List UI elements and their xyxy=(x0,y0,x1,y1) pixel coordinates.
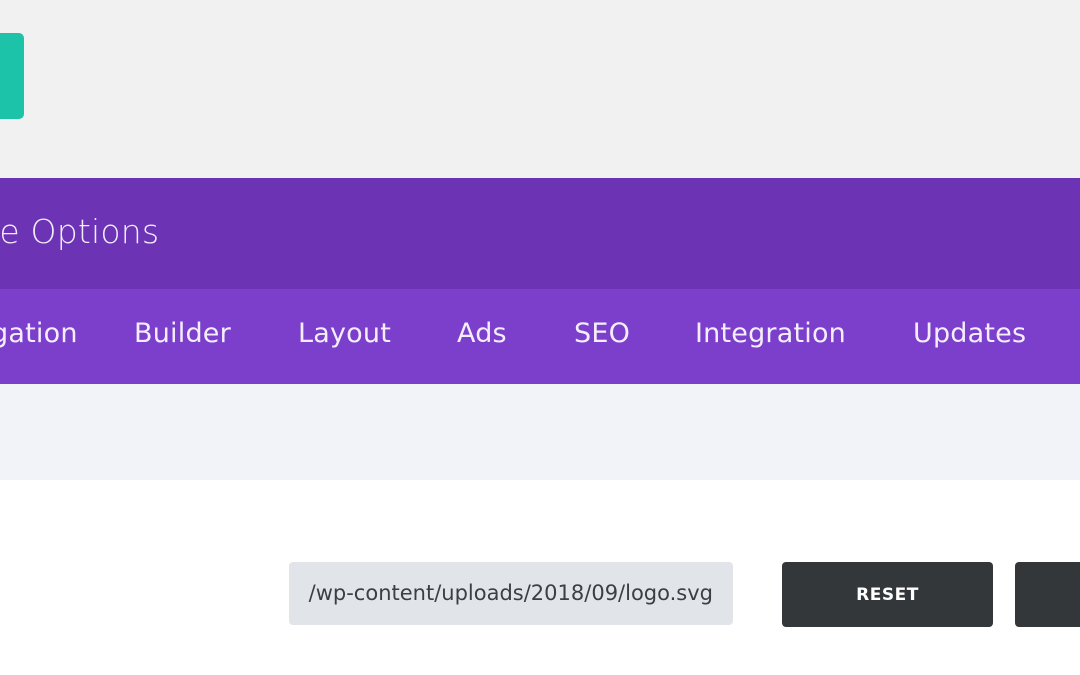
upload-button[interactable] xyxy=(1015,562,1080,627)
logo-url-value: /wp-content/uploads/2018/09/logo.svg xyxy=(308,581,713,605)
reset-button-label: RESET xyxy=(856,584,919,605)
tab-ads[interactable]: Ads xyxy=(457,318,507,349)
tab-integration[interactable]: Integration xyxy=(695,318,846,349)
page-title: Theme Options xyxy=(0,212,160,251)
tab-updates[interactable]: Updates xyxy=(913,318,1026,349)
tab-navigation[interactable]: Navigation xyxy=(0,318,78,349)
reset-button[interactable]: RESET xyxy=(782,562,993,627)
tab-layout[interactable]: Layout xyxy=(298,318,391,349)
top-area xyxy=(0,0,1080,178)
logo-url-input[interactable]: /wp-content/uploads/2018/09/logo.svg xyxy=(289,562,733,625)
save-changes-button[interactable] xyxy=(0,33,24,119)
tab-seo[interactable]: SEO xyxy=(574,318,630,349)
options-header-bar xyxy=(0,178,1080,289)
tab-builder[interactable]: Builder xyxy=(134,318,231,349)
theme-options-page: Theme Options Navigation Builder Layout … xyxy=(0,0,1080,675)
sub-tab-bar xyxy=(0,384,1080,480)
